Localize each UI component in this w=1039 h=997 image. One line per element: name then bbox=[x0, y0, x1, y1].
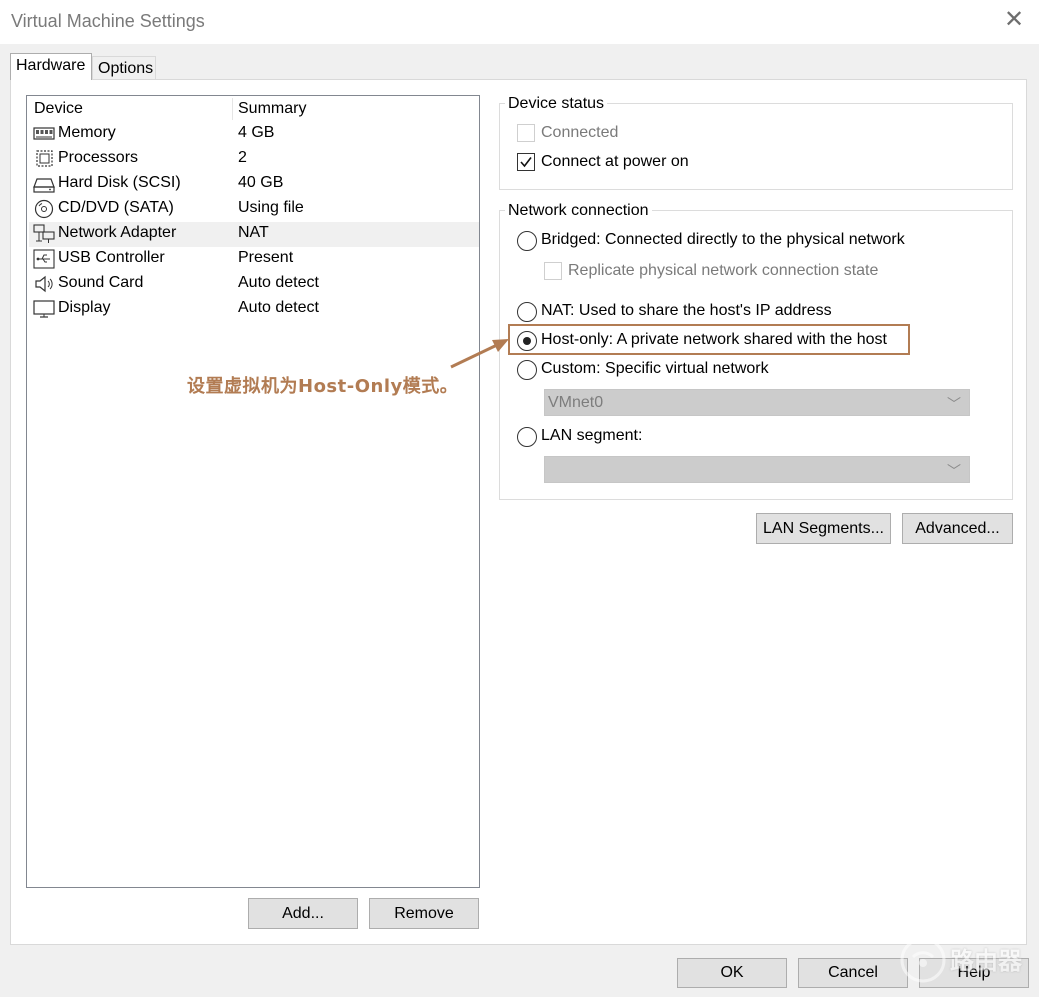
lan-segment-select[interactable]: ﹀ bbox=[544, 456, 970, 483]
chevron-down-icon: ﹀ bbox=[947, 463, 961, 479]
device-row-hard-disk[interactable]: Hard Disk (SCSI) 40 GB bbox=[29, 172, 479, 197]
tab-hardware[interactable]: Hardware bbox=[10, 53, 92, 80]
device-row-memory[interactable]: Memory 4 GB bbox=[29, 122, 479, 147]
custom-network-select[interactable]: VMnet0 ﹀ bbox=[544, 389, 970, 416]
connected-label[interactable]: Connected bbox=[541, 124, 618, 142]
device-summary: 40 GB bbox=[238, 174, 284, 191]
device-status-legend: Device status bbox=[505, 95, 608, 113]
close-icon[interactable]: ✕ bbox=[1003, 8, 1025, 32]
cancel-button[interactable]: Cancel bbox=[798, 958, 908, 988]
device-name: Display bbox=[58, 299, 111, 316]
bridged-radio[interactable] bbox=[517, 231, 537, 251]
cd-dvd-icon bbox=[34, 199, 54, 219]
device-summary: NAT bbox=[238, 224, 269, 241]
device-name: USB Controller bbox=[58, 249, 165, 266]
device-name: Memory bbox=[58, 124, 116, 141]
remove-device-button[interactable]: Remove bbox=[369, 898, 479, 929]
column-header-device[interactable]: Device bbox=[34, 100, 83, 118]
device-name: CD/DVD (SATA) bbox=[58, 199, 174, 216]
display-icon bbox=[33, 300, 55, 318]
device-summary: Auto detect bbox=[238, 274, 319, 291]
device-summary: 2 bbox=[238, 149, 247, 166]
replicate-state-checkbox[interactable] bbox=[544, 262, 562, 280]
device-status-group bbox=[499, 103, 1013, 190]
device-name: Sound Card bbox=[58, 274, 144, 291]
add-device-button[interactable]: Add... bbox=[248, 898, 358, 929]
device-summary: Present bbox=[238, 249, 294, 266]
device-summary: Using file bbox=[238, 199, 304, 216]
custom-radio[interactable] bbox=[517, 360, 537, 380]
custom-label[interactable]: Custom: Specific virtual network bbox=[541, 360, 769, 378]
annotation-text: 设置虚拟机为Host-Only模式。 bbox=[187, 376, 459, 397]
device-summary: Auto detect bbox=[238, 299, 319, 316]
device-row-processors[interactable]: Processors 2 bbox=[29, 147, 479, 172]
connect-at-power-on-label[interactable]: Connect at power on bbox=[541, 153, 689, 171]
memory-icon bbox=[33, 127, 55, 140]
router-logo-icon bbox=[900, 937, 946, 983]
device-row-sound-card[interactable]: Sound Card Auto detect bbox=[29, 272, 479, 297]
watermark: 路由器 bbox=[900, 935, 1030, 990]
bridged-label[interactable]: Bridged: Connected directly to the physi… bbox=[541, 231, 905, 249]
device-summary: 4 GB bbox=[238, 124, 275, 141]
column-header-summary[interactable]: Summary bbox=[238, 100, 306, 118]
device-row-display[interactable]: Display Auto detect bbox=[29, 297, 479, 322]
speaker-icon bbox=[35, 275, 53, 293]
hard-disk-icon bbox=[33, 178, 55, 193]
checkmark-icon bbox=[520, 157, 532, 168]
device-name: Processors bbox=[58, 149, 139, 166]
tab-options[interactable]: Options bbox=[92, 56, 156, 80]
column-divider[interactable] bbox=[232, 98, 233, 120]
device-name: Hard Disk (SCSI) bbox=[58, 174, 181, 191]
network-adapter-icon bbox=[33, 224, 55, 243]
device-name: Network Adapter bbox=[58, 224, 177, 241]
custom-network-value: VMnet0 bbox=[548, 394, 604, 411]
chevron-down-icon: ﹀ bbox=[947, 396, 961, 412]
advanced-button[interactable]: Advanced... bbox=[902, 513, 1013, 544]
title-bar: Virtual Machine Settings ✕ bbox=[0, 0, 1039, 44]
window-title: Virtual Machine Settings bbox=[11, 11, 205, 31]
device-list[interactable]: Device Summary Memory 4 GB Processors 2 … bbox=[26, 95, 480, 888]
connected-checkbox[interactable] bbox=[517, 124, 535, 142]
watermark-text: 路由器 bbox=[950, 947, 1022, 975]
nat-radio[interactable] bbox=[517, 302, 537, 322]
replicate-state-label[interactable]: Replicate physical network connection st… bbox=[568, 262, 878, 280]
processor-icon bbox=[36, 150, 53, 167]
network-connection-legend: Network connection bbox=[505, 202, 652, 220]
device-row-network-adapter[interactable]: Network Adapter NAT bbox=[29, 222, 479, 247]
connect-at-power-on-checkbox[interactable] bbox=[517, 153, 535, 171]
ok-button[interactable]: OK bbox=[677, 958, 787, 988]
annotation-arrow-icon bbox=[450, 339, 509, 369]
lan-segment-label[interactable]: LAN segment: bbox=[541, 427, 642, 445]
lan-segments-button[interactable]: LAN Segments... bbox=[756, 513, 891, 544]
lan-segment-radio[interactable] bbox=[517, 427, 537, 447]
nat-label[interactable]: NAT: Used to share the host's IP address bbox=[541, 302, 832, 320]
usb-icon bbox=[33, 249, 55, 269]
device-row-cd-dvd[interactable]: CD/DVD (SATA) Using file bbox=[29, 197, 479, 222]
annotation-highlight-box bbox=[508, 324, 910, 355]
device-row-usb-controller[interactable]: USB Controller Present bbox=[29, 247, 479, 272]
